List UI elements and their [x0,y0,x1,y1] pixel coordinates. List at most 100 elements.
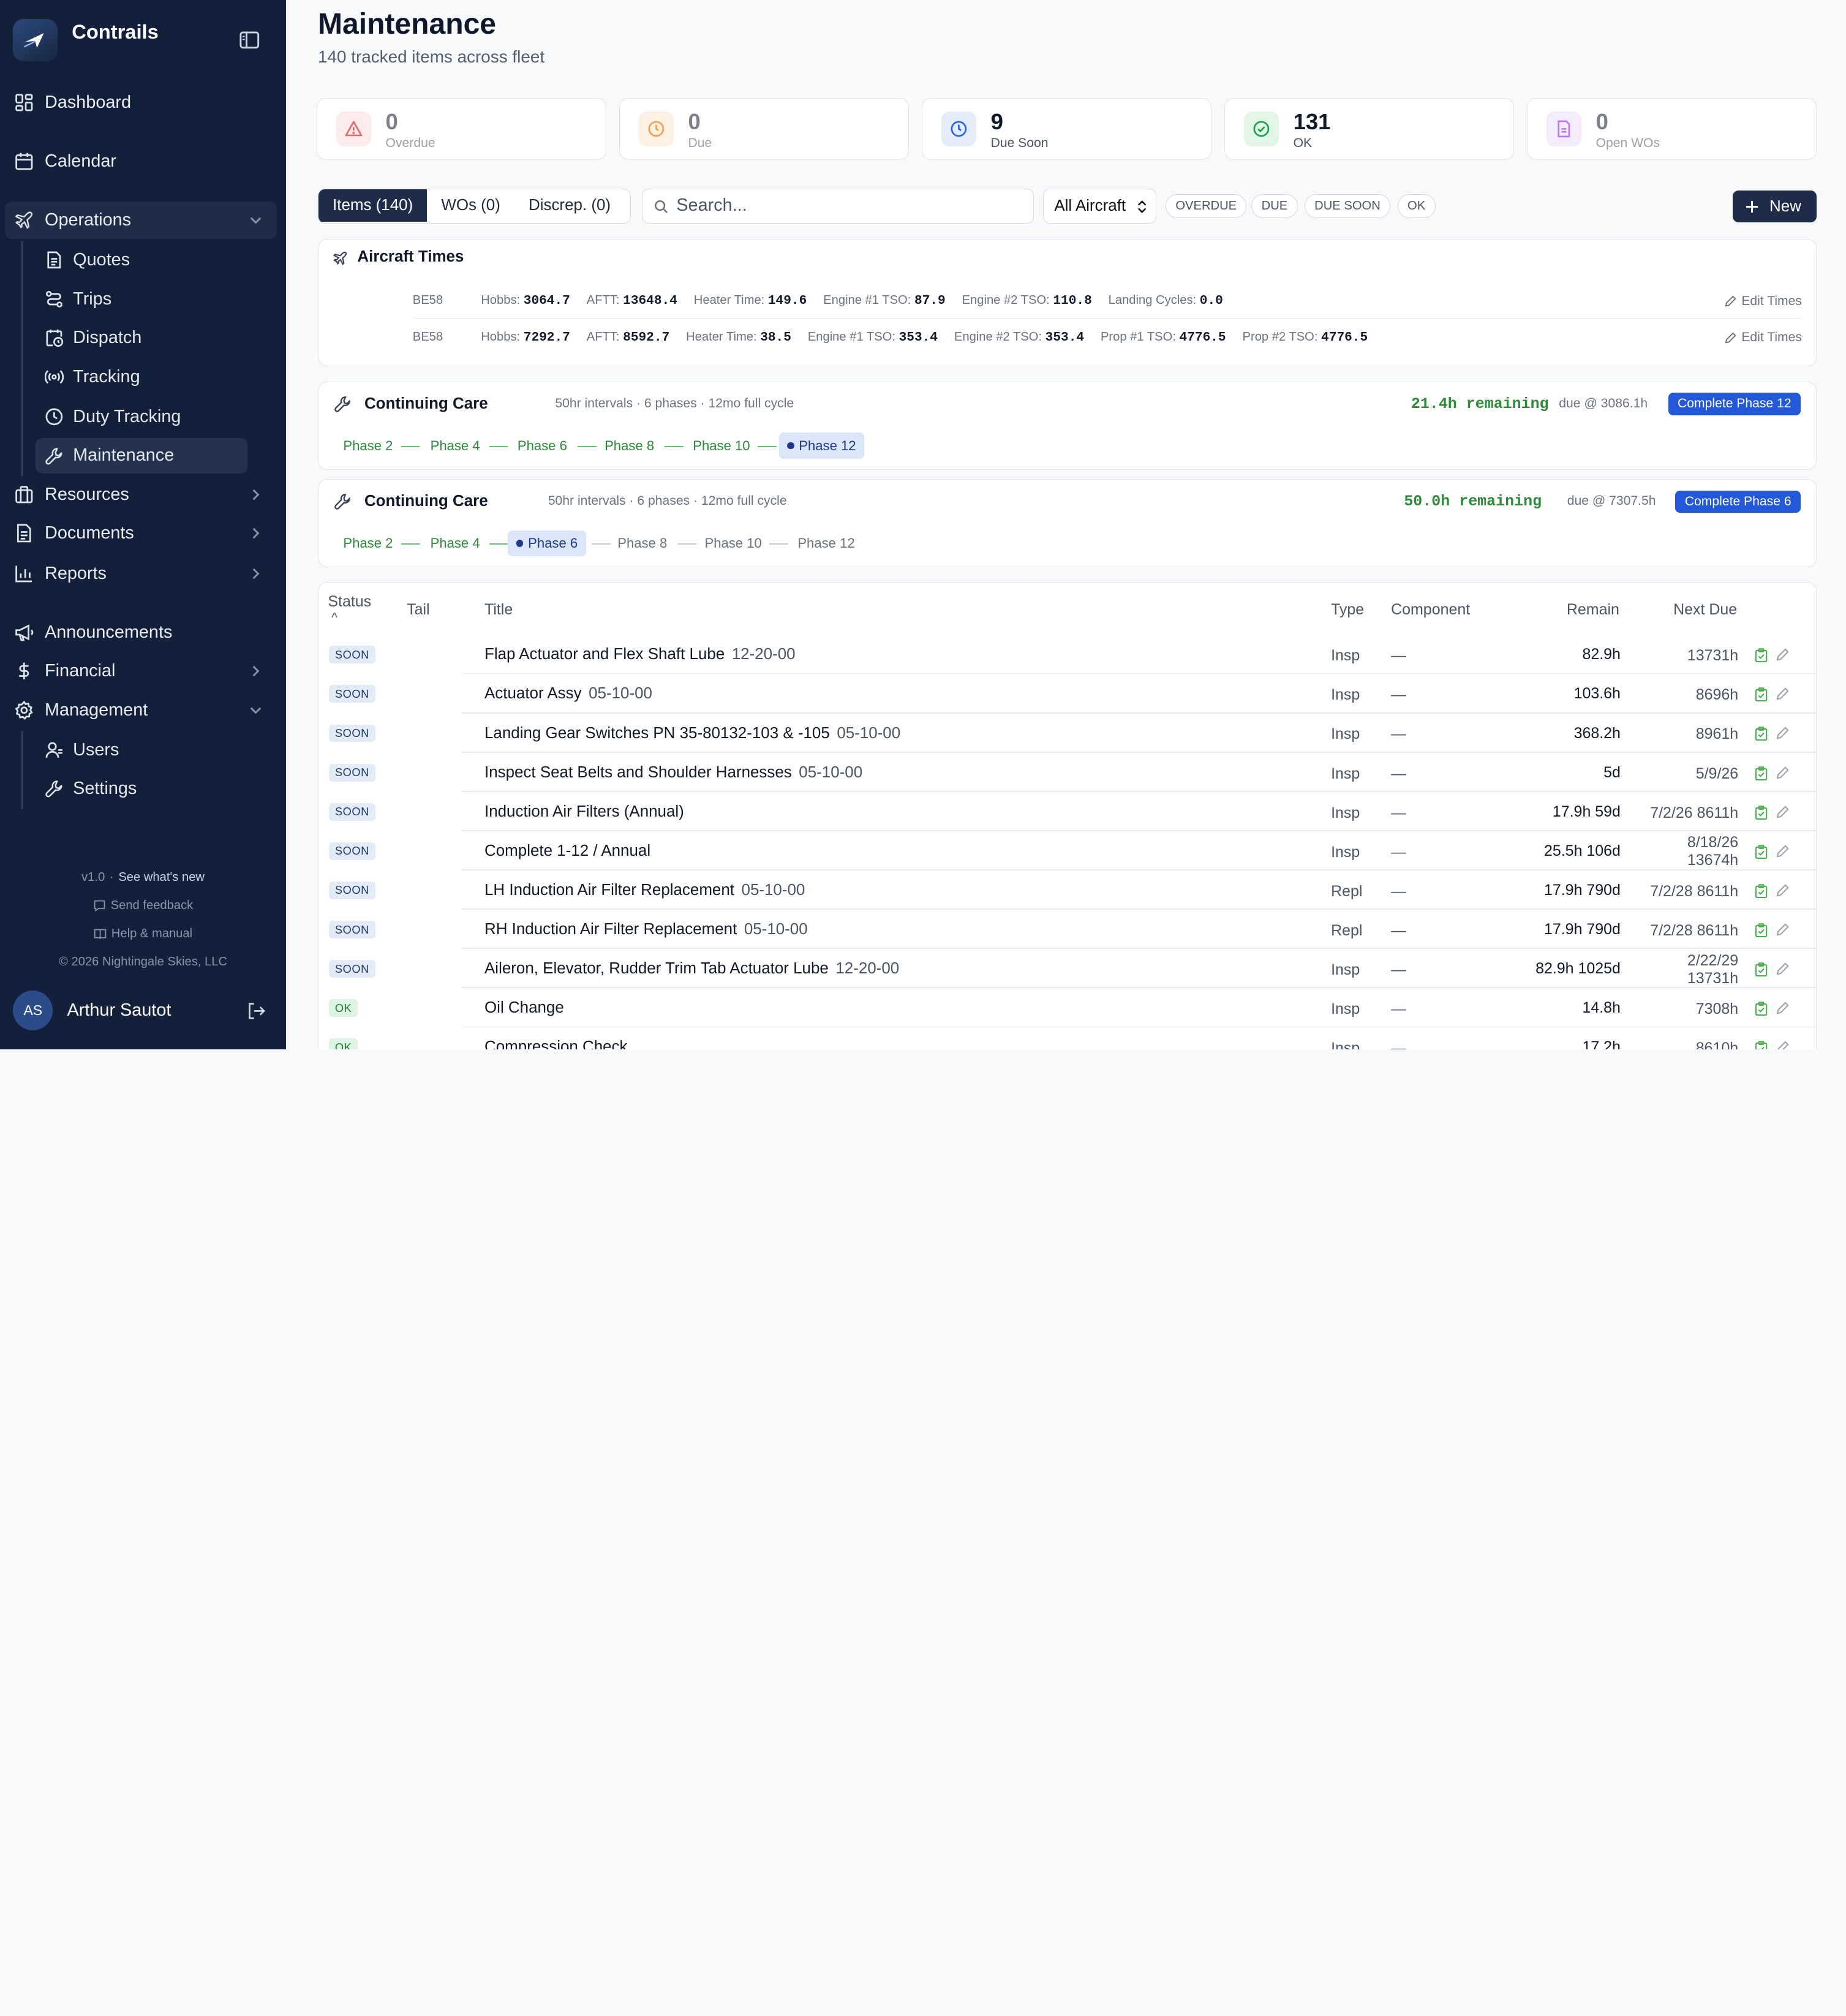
logout-icon[interactable] [246,1001,266,1021]
time-field: Engine #1 TSO: 87.9 [823,293,946,308]
filter-overdue[interactable]: OVERDUE [1165,194,1247,218]
column-header-component[interactable]: Component [1391,601,1470,619]
stat-card-due-soon[interactable]: 9 Due Soon [922,97,1211,160]
aircraft-select[interactable]: All Aircraft [1043,188,1156,224]
stat-card-open-wos[interactable]: 0 Open WOs [1527,97,1817,160]
nav-financial[interactable]: Financial [5,652,277,690]
complete-phase-button[interactable]: Complete Phase 6 [1675,490,1801,513]
whats-new-link[interactable]: See what's new [118,870,205,885]
tab-wos[interactable]: WOs (0) [427,189,514,222]
item-title[interactable]: Flap Actuator and Flex Shaft Lube 12-20-0… [484,646,796,663]
stat-card-ok[interactable]: 131 OK [1224,97,1514,160]
nav-announcements[interactable]: Announcements [5,613,277,651]
pencil-icon[interactable] [1776,1002,1789,1014]
clipboard-check-icon[interactable] [1755,727,1768,741]
clipboard-check-icon[interactable] [1755,845,1768,859]
table-row[interactable]: SOON Inspect Seat Belts and Shoulder Harn… [318,753,1816,792]
table-row[interactable]: SOON Complete 1-12 / Annual Insp — 25.5h 106… [318,832,1816,870]
item-type: Insp [1331,1040,1360,1049]
item-title[interactable]: Complete 1-12 / Annual [484,842,650,860]
clipboard-check-icon[interactable] [1755,1002,1768,1016]
clipboard-check-icon[interactable] [1755,1041,1768,1049]
clipboard-check-icon[interactable] [1755,884,1768,898]
table-row[interactable]: OK Compression Check Insp — 17.2h 8610h [318,1028,1816,1049]
sidebar-item-settings[interactable]: Settings [36,771,247,807]
table-row[interactable]: SOON LH Induction Air Filter Replacement 0… [318,871,1816,910]
column-header-next-due[interactable]: Next Due [1673,601,1737,619]
item-title[interactable]: Compression Check [484,1038,628,1049]
pencil-icon[interactable] [1776,806,1789,818]
column-header-tail[interactable]: Tail [407,601,429,619]
column-header-status[interactable]: Status [328,593,371,611]
pencil-icon[interactable] [1776,1041,1789,1049]
nav-dashboard[interactable]: Dashboard [5,83,277,121]
pencil-icon[interactable] [1776,687,1789,700]
clipboard-check-icon[interactable] [1755,766,1768,780]
clipboard-check-icon[interactable] [1755,805,1768,820]
item-title[interactable]: RH Induction Air Filter Replacement 05-10… [484,921,808,938]
nav-documents[interactable]: Documents [5,515,277,553]
edit-times-button[interactable]: Edit Times [1725,294,1802,309]
item-title[interactable]: Inspect Seat Belts and Shoulder Harnesse… [484,764,862,782]
item-title[interactable]: LH Induction Air Filter Replacement 05-10… [484,882,805,899]
sidebar-item-users[interactable]: Users [36,733,247,768]
filter-ok[interactable]: OK [1397,194,1436,218]
pencil-icon[interactable] [1776,845,1789,858]
sidebar-toggle-icon[interactable] [239,31,260,50]
item-title[interactable]: Induction Air Filters (Annual) [484,803,684,821]
sidebar-item-trips[interactable]: Trips [36,281,247,317]
chevron-right-icon [252,528,259,539]
item-title[interactable]: Actuator Assy 05-10-00 [484,685,652,703]
column-header-remain[interactable]: Remain [1567,601,1619,619]
sidebar-item-dispatch[interactable]: Dispatch [36,320,247,356]
table-row[interactable]: SOON Flap Actuator and Flex Shaft Lube 12-… [318,635,1816,674]
search-input[interactable] [676,194,1018,217]
sidebar-item-maintenance[interactable]: Maintenance [35,438,247,474]
help-link[interactable]: Help & manual [0,927,286,941]
stat-card-overdue[interactable]: 0 Overdue [317,97,606,160]
filter-due-soon[interactable]: DUE SOON [1304,194,1391,218]
item-reference: 05-10-00 [799,763,863,781]
table-row[interactable]: OK Oil Change Insp — 14.8h 7308h [318,989,1816,1028]
user-profile[interactable]: AS Arthur Sautot [13,990,171,1030]
clipboard-check-icon[interactable] [1755,962,1768,977]
feedback-link[interactable]: Send feedback [0,899,286,913]
pencil-icon[interactable] [1776,884,1789,897]
pencil-icon[interactable] [1776,727,1789,740]
item-title[interactable]: Oil Change [484,999,564,1017]
item-title[interactable]: Aileron, Elevator, Rudder Trim Tab Actua… [484,960,899,978]
column-header-type[interactable]: Type [1331,601,1364,619]
tab-discrepancies[interactable]: Discrep. (0) [514,189,625,222]
complete-phase-button[interactable]: Complete Phase 12 [1668,393,1801,415]
table-row[interactable]: SOON RH Induction Air Filter Replacement 0… [318,910,1816,949]
nav-label: Announcements [45,622,173,642]
brand[interactable]: Contrails [13,18,159,61]
clipboard-check-icon[interactable] [1755,648,1768,663]
tab-items[interactable]: Items (140) [318,189,428,222]
table-row[interactable]: SOON Induction Air Filters (Annual) Insp — 1… [318,792,1816,831]
table-row[interactable]: SOON Aileron, Elevator, Rudder Trim Tab A… [318,949,1816,989]
clipboard-check-icon[interactable] [1755,923,1768,937]
sidebar-item-quotes[interactable]: Quotes [36,243,247,278]
nav-resources[interactable]: Resources [5,476,277,514]
new-button[interactable]: New [1733,191,1817,223]
pencil-icon[interactable] [1776,766,1789,779]
edit-times-button[interactable]: Edit Times [1725,330,1802,345]
pencil-icon[interactable] [1776,923,1789,936]
filter-due[interactable]: DUE [1251,194,1298,218]
stat-card-due[interactable]: 0 Due [619,97,909,160]
clipboard-check-icon[interactable] [1755,687,1768,702]
item-title[interactable]: Landing Gear Switches PN 35-80132-103 & … [484,725,900,742]
pencil-icon[interactable] [1776,962,1789,975]
sort-ascending-icon[interactable]: ^ [331,611,337,625]
table-row[interactable]: SOON Actuator Assy 05-10-00 Insp — 103.6h 8696… [318,674,1816,714]
sidebar-item-duty-tracking[interactable]: Duty Tracking [36,399,247,435]
nav-operations[interactable]: Operations [4,201,277,240]
nav-calendar[interactable]: Calendar [5,143,277,181]
nav-management[interactable]: Management [5,691,277,729]
table-row[interactable]: SOON Landing Gear Switches PN 35-80132-10… [318,714,1816,753]
sidebar-item-tracking[interactable]: Tracking [36,359,247,395]
pencil-icon[interactable] [1776,648,1789,661]
column-header-title[interactable]: Title [484,601,513,619]
nav-reports[interactable]: Reports [5,554,277,592]
